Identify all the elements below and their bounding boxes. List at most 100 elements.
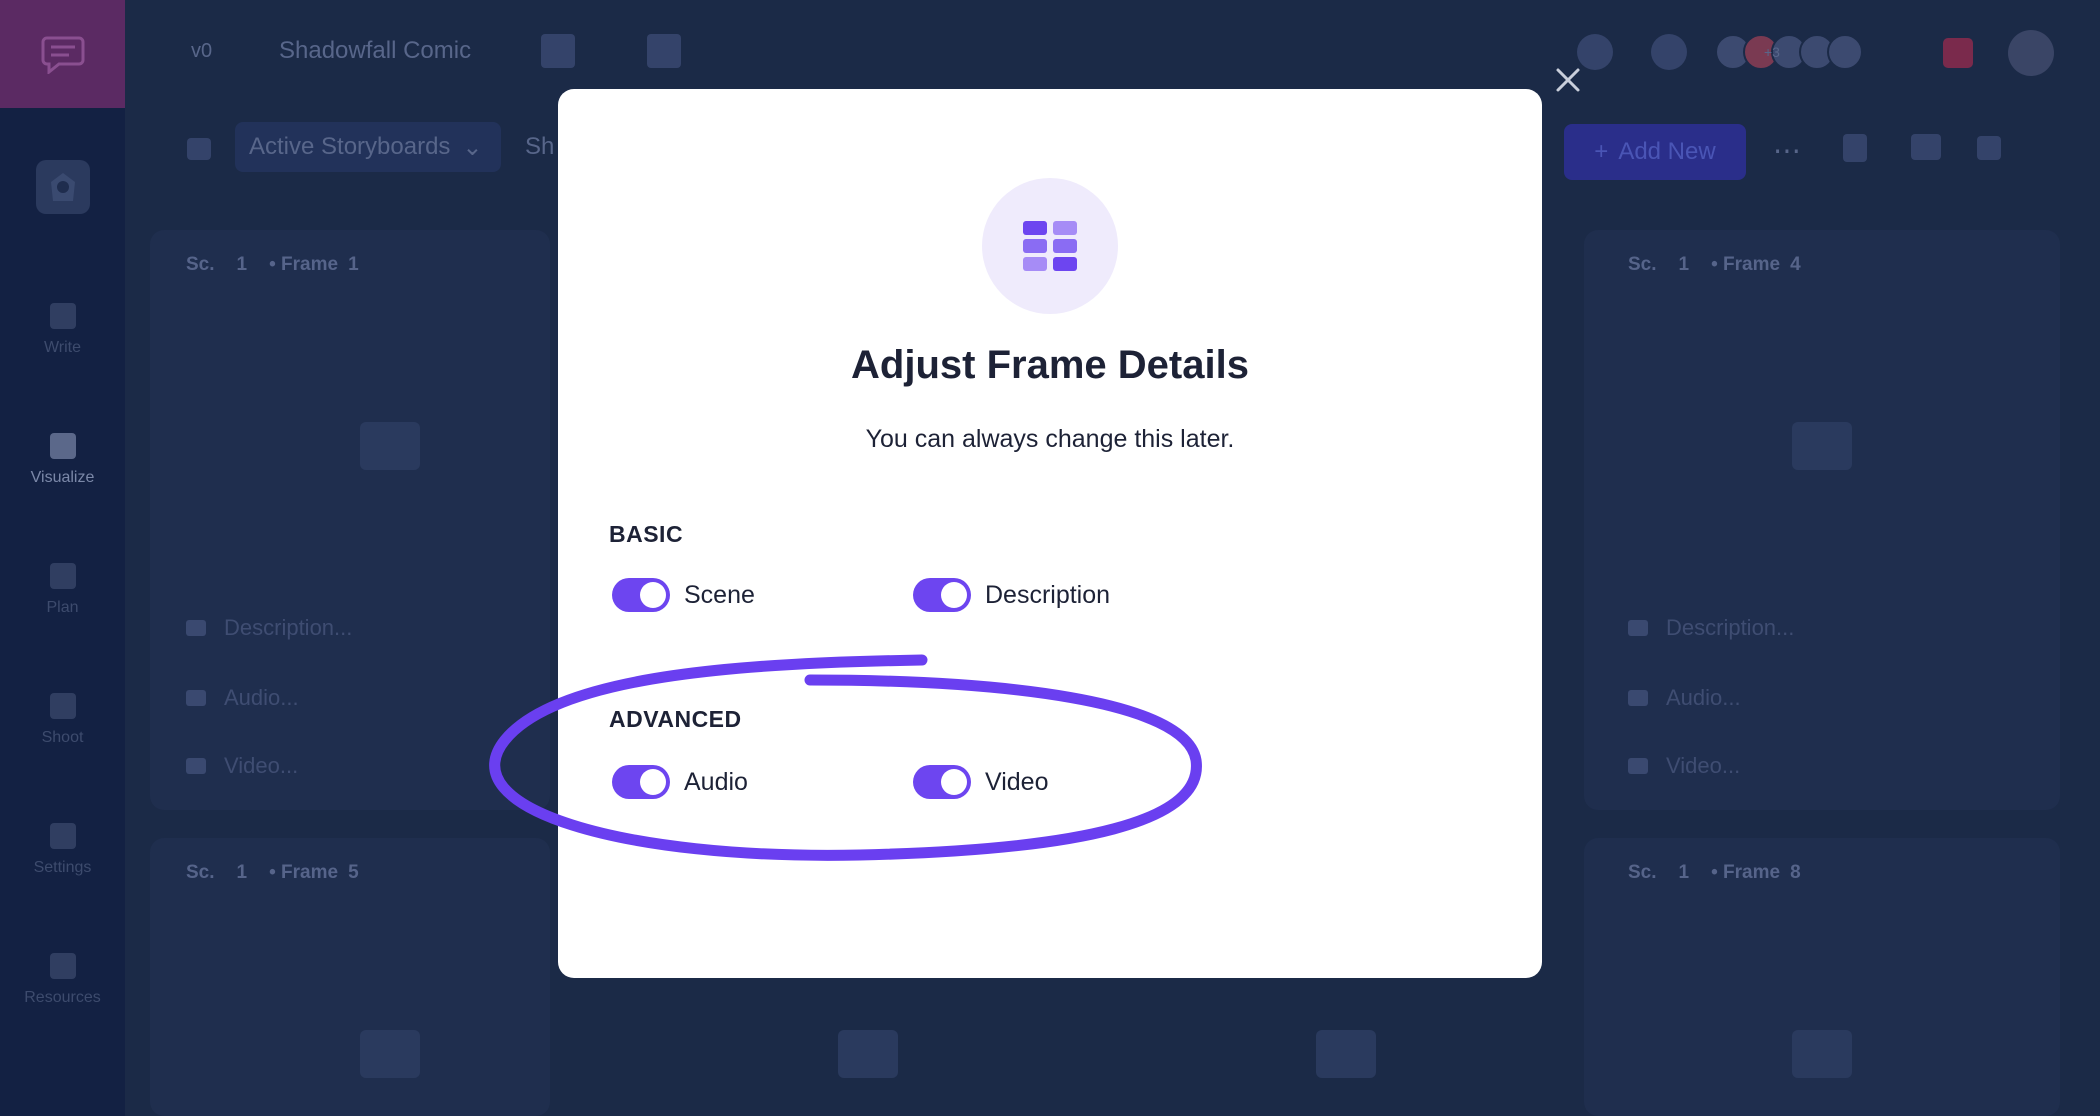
rail-item-label: Write xyxy=(43,339,82,356)
version-selector[interactable]: v0 xyxy=(191,40,212,63)
modal-title: Adjust Frame Details xyxy=(851,343,1249,387)
frame-header: Sc. 1 • Frame 4 xyxy=(1628,254,1801,276)
rail-item-resources[interactable]: Resources xyxy=(0,940,125,1020)
collaborator-avatars[interactable] xyxy=(1715,34,1863,70)
pencil-icon xyxy=(49,303,76,329)
scene-label: Sc. xyxy=(1628,254,1657,275)
filter-label: Active Storyboards xyxy=(249,133,451,160)
grid-view-icon[interactable] xyxy=(647,34,681,68)
video-placeholder: Video... xyxy=(224,753,299,778)
frame-card[interactable]: Sc. 1 • Frame 4 Description... Audio... … xyxy=(1584,230,2060,810)
rail-item-label: Resources xyxy=(24,989,101,1006)
chat-logo-icon xyxy=(41,36,84,74)
frame-card[interactable]: Sc. 1 • Frame 5 xyxy=(150,838,550,1116)
notifications-badge[interactable] xyxy=(1943,38,1973,68)
frame-label: • Frame xyxy=(1711,254,1781,275)
hooded-figure-icon xyxy=(51,173,75,201)
share-icon[interactable] xyxy=(1651,34,1687,70)
frame-header: Sc. 1 • Frame 8 xyxy=(1628,862,1801,884)
rail-item-label: Shoot xyxy=(41,729,84,746)
storyboard-filter-dropdown[interactable]: Active Storyboards ⌄ xyxy=(235,122,501,172)
audio-toggle-row: Audio xyxy=(612,765,748,799)
rail-item-label: Settings xyxy=(33,859,92,876)
audio-toggle-label: Audio xyxy=(684,767,748,796)
scene-label: Sc. xyxy=(186,862,215,883)
rail-item-shoot[interactable]: Shoot xyxy=(0,680,125,760)
audio-field[interactable]: Audio... xyxy=(1628,685,1741,711)
project-title[interactable]: Shadowfall Comic xyxy=(279,37,471,65)
image-placeholder-icon xyxy=(360,1030,420,1078)
video-icon xyxy=(186,758,206,774)
description-field[interactable]: Description... xyxy=(186,615,352,641)
video-toggle-label: Video xyxy=(985,767,1049,796)
more-options-icon[interactable]: ⋯ xyxy=(1773,134,1801,167)
modal-subtitle: You can always change this later. xyxy=(865,425,1235,453)
basic-section-heading: BASIC xyxy=(609,521,684,547)
frame-header: Sc. 1 • Frame 5 xyxy=(186,862,359,884)
audio-icon xyxy=(1628,690,1648,706)
sidebar-toggle-icon[interactable] xyxy=(187,138,211,160)
scene-toggle-label: Scene xyxy=(684,580,755,609)
frame-label: • Frame xyxy=(269,254,339,275)
close-icon xyxy=(1556,68,1580,92)
scene-number: 1 xyxy=(1678,862,1690,883)
rail-item-settings[interactable]: Settings xyxy=(0,810,125,890)
scene-label: Sc. xyxy=(186,254,215,275)
text-icon xyxy=(1628,620,1648,636)
video-icon xyxy=(1628,758,1648,774)
camera-icon xyxy=(49,693,76,719)
description-toggle[interactable] xyxy=(913,578,971,612)
image-placeholder-icon xyxy=(838,1030,898,1078)
frame-number: 1 xyxy=(348,254,359,275)
left-rail: Write Visualize Plan Shoot Settings Reso… xyxy=(0,0,125,1116)
chevron-down-icon: ⌄ xyxy=(462,133,483,161)
frame-grid-icon xyxy=(1023,221,1077,271)
app-logo[interactable] xyxy=(0,0,125,108)
secondary-filter-label: Sh xyxy=(525,133,555,160)
close-modal-button[interactable] xyxy=(1552,64,1584,96)
audio-field[interactable]: Audio... xyxy=(186,685,299,711)
video-field[interactable]: Video... xyxy=(186,753,298,779)
add-new-button[interactable]: + Add New xyxy=(1564,124,1746,180)
scene-number: 1 xyxy=(236,254,248,275)
text-icon xyxy=(186,620,206,636)
plus-icon: + xyxy=(1594,138,1609,165)
description-placeholder: Description... xyxy=(1666,615,1795,640)
scene-toggle-row: Scene xyxy=(612,578,755,612)
document-icon[interactable] xyxy=(1843,134,1867,162)
description-field[interactable]: Description... xyxy=(1628,615,1794,641)
storyboard-view-icon[interactable] xyxy=(541,34,575,68)
slideshow-icon[interactable] xyxy=(1911,134,1941,160)
description-toggle-label: Description xyxy=(985,580,1111,609)
image-placeholder-icon xyxy=(1792,1030,1852,1078)
audio-toggle[interactable] xyxy=(612,765,670,799)
rail-item-write[interactable]: Write xyxy=(0,290,125,370)
paint-icon xyxy=(49,433,76,459)
books-icon xyxy=(49,953,76,979)
user-avatar[interactable] xyxy=(2008,30,2054,76)
rail-item-plan[interactable]: Plan xyxy=(0,550,125,630)
rail-item-label: Visualize xyxy=(30,469,95,486)
scene-label: Sc. xyxy=(1628,862,1657,883)
video-field[interactable]: Video... xyxy=(1628,753,1740,779)
image-placeholder-icon xyxy=(1316,1030,1376,1078)
image-placeholder-icon xyxy=(360,422,420,470)
scene-toggle[interactable] xyxy=(612,578,670,612)
advanced-section-heading: ADVANCED xyxy=(609,706,742,732)
description-toggle-row: Description xyxy=(913,578,1110,612)
video-placeholder: Video... xyxy=(1666,753,1741,778)
frame-card[interactable]: Sc. 1 • Frame 8 xyxy=(1584,838,2060,1116)
layout-icon[interactable] xyxy=(1977,136,2001,160)
gear-icon xyxy=(49,823,76,849)
description-placeholder: Description... xyxy=(224,615,353,640)
frame-card[interactable]: Sc. 1 • Frame 1 Description... Audio... … xyxy=(150,230,550,810)
image-placeholder-icon xyxy=(1792,422,1852,470)
project-avatar[interactable] xyxy=(36,160,90,214)
modal-icon-circle xyxy=(982,178,1118,314)
frame-number: 8 xyxy=(1790,862,1801,883)
audio-placeholder: Audio... xyxy=(224,685,299,710)
avatar xyxy=(1827,34,1863,70)
rail-item-visualize[interactable]: Visualize xyxy=(0,420,125,500)
video-toggle[interactable] xyxy=(913,765,971,799)
frame-label: • Frame xyxy=(269,862,339,883)
